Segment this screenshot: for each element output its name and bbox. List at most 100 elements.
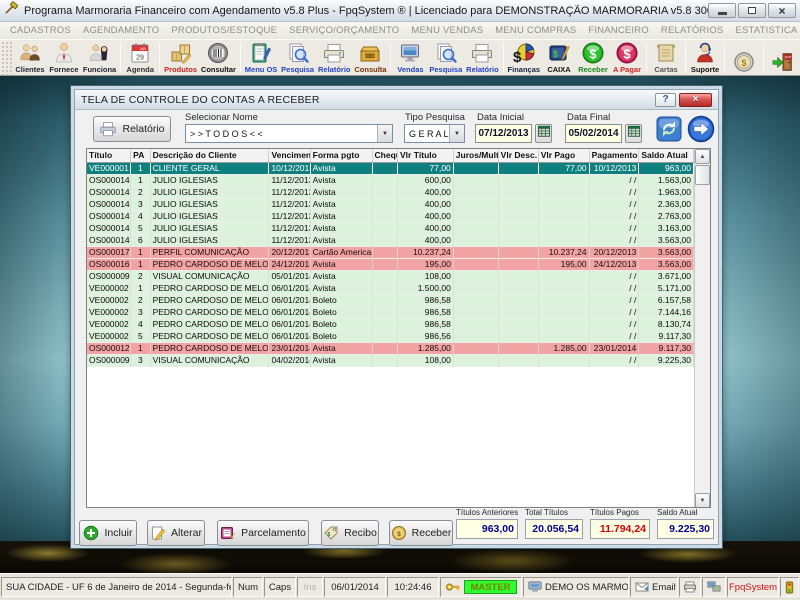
restore-button[interactable] — [738, 3, 766, 18]
end-date-calendar-button[interactable] — [625, 124, 642, 143]
menu-item-menu-compras[interactable]: MENU COMPRAS — [489, 25, 582, 36]
type-filter-select[interactable]: G E R A L ▼ — [404, 124, 465, 143]
column-header-pa[interactable]: PA — [131, 149, 150, 162]
vertical-scrollbar[interactable]: ▲ ▼ — [694, 149, 710, 507]
table-cell: / / — [589, 270, 639, 282]
menu-item-servic-o-orc-amento[interactable]: SERVIÇO/ORÇAMENTO — [283, 25, 405, 36]
minimize-button[interactable] — [708, 3, 736, 18]
window-title: Programa Marmoraria Financeiro com Agend… — [24, 5, 708, 17]
toolbar-button-receber[interactable]: $Receber — [576, 40, 610, 75]
table-row[interactable]: OS0000146JULIO IGLESIAS11/12/2013Avista4… — [87, 234, 694, 246]
menu-item-financeiro[interactable]: FINANCEIRO — [582, 25, 655, 36]
start-date-calendar-button[interactable] — [535, 124, 552, 143]
toolbar-button-a-pagar[interactable]: $A Pagar — [610, 40, 644, 75]
table-row[interactable]: OS0000144JULIO IGLESIAS11/12/2013Avista4… — [87, 210, 694, 222]
scroll-up-arrow[interactable]: ▲ — [695, 149, 710, 164]
dialog-close-button[interactable]: × — [679, 93, 712, 107]
column-header-juros-multa[interactable]: Juros/Multa — [453, 149, 498, 162]
column-header-vencimento[interactable]: Vencimento — [269, 149, 310, 162]
table-row[interactable]: VE0000025PEDRO CARDOSO DE MELO06/01/2014… — [87, 330, 694, 342]
column-header-ti-tulo[interactable]: Título — [87, 149, 131, 162]
toolbar-button-suporte[interactable]: Suporte — [688, 40, 722, 75]
table-row[interactable]: OS0000121PEDRO CARDOSO DE MELO23/01/2014… — [87, 342, 694, 354]
table-row[interactable]: OS0000161PEDRO CARDOSO DE MELO24/12/2013… — [87, 258, 694, 270]
toolbar-button-consultar[interactable]: Consultar — [199, 40, 238, 75]
refresh-button[interactable] — [656, 116, 682, 142]
column-header-saldo-atual[interactable]: Saldo Atual — [639, 149, 694, 162]
table-row[interactable]: OS0000171PERFIL COMUNICAÇÃO20/12/2013Car… — [87, 246, 694, 258]
toolbar-separator — [159, 43, 160, 72]
receber-button[interactable]: $Receber — [389, 520, 453, 546]
toolbar-button-fornece[interactable]: Fornece — [47, 40, 81, 75]
column-header-vlr-ti-tulo[interactable]: Vlr Título — [398, 149, 454, 162]
recibo-button[interactable]: $Recibo — [321, 520, 379, 546]
dialog-title-bar[interactable]: TELA DE CONTROLE DO CONTAS A RECEBER ? × — [75, 90, 718, 110]
parcelamento-button[interactable]: Parcelamento — [217, 520, 309, 546]
table-row[interactable]: VE0000024PEDRO CARDOSO DE MELO06/01/2014… — [87, 318, 694, 330]
toolbar-button-relato-rio[interactable]: Relatório — [316, 40, 352, 75]
table-cell: 986,56 — [398, 330, 454, 342]
toolbar-button-clientes[interactable]: Clientes — [13, 40, 47, 75]
toolbar-button-consulta[interactable]: Consulta — [352, 40, 388, 75]
table-cell: 600,00 — [398, 174, 454, 186]
column-header-pagamento[interactable]: Pagamento — [589, 149, 639, 162]
end-date-field[interactable]: 05/02/2014 — [565, 124, 622, 143]
go-button[interactable] — [687, 115, 715, 143]
table-row[interactable]: OS0000145JULIO IGLESIAS11/12/2013Avista4… — [87, 222, 694, 234]
dialog-help-button[interactable]: ? — [655, 93, 676, 107]
menu-item-agendamento[interactable]: AGENDAMENTO — [77, 25, 165, 36]
table-cell: 4 — [131, 210, 150, 222]
toolbar-button-vendas[interactable]: Vendas — [393, 40, 427, 75]
column-header-vlr-desc[interactable]: Vlr Desc. — [498, 149, 538, 162]
column-header-cheque[interactable]: Cheque — [372, 149, 397, 162]
status-email-button[interactable]: Email — [630, 577, 678, 597]
status-print-button[interactable] — [679, 577, 701, 597]
toolbar-button-relato-rio[interactable]: Relatório — [464, 40, 500, 75]
table-cell: 06/01/2014 — [269, 294, 310, 306]
status-network-button[interactable] — [702, 577, 726, 597]
table-cell — [498, 246, 538, 258]
start-date-field[interactable]: 07/12/2013 — [475, 124, 532, 143]
name-filter-select[interactable]: > > T O D O S < < ▼ — [185, 124, 393, 143]
toolbar-button-pesquisa[interactable]: Pesquisa — [427, 40, 464, 75]
svg-text:$: $ — [589, 47, 597, 62]
table-row[interactable]: VE0000022PEDRO CARDOSO DE MELO06/01/2014… — [87, 294, 694, 306]
toolbar-button-financ-as[interactable]: $Finanças — [506, 40, 542, 75]
toolbar-button-pesquisa[interactable]: Pesquisa — [279, 40, 316, 75]
menu-item-estatistica[interactable]: ESTATISTICA — [729, 25, 800, 36]
menu-item-menu-vendas[interactable]: MENU VENDAS — [405, 25, 489, 36]
table-cell: OS000014 — [87, 198, 131, 210]
toolbar-button-agenda[interactable]: JAN29Agenda — [123, 40, 157, 75]
menu-item-cadastros[interactable]: CADASTROS — [4, 25, 77, 36]
toolbar-button-caixa[interactable]: $CAIXA — [542, 40, 576, 75]
table-row[interactable]: VE0000011CLIENTE GERAL10/12/2013Avista77… — [87, 162, 694, 174]
toolbar-button-coin-icon[interactable]: $ — [727, 40, 761, 75]
column-header-vlr-pago[interactable]: Vlr Pago — [538, 149, 589, 162]
table-row[interactable]: OS0000143JULIO IGLESIAS11/12/2013Avista4… — [87, 198, 694, 210]
alterar-button[interactable]: Alterar — [147, 520, 205, 546]
table-row[interactable]: OS0000093VISUAL COMUNICAÇÃO04/02/2014Avi… — [87, 354, 694, 366]
table-row[interactable]: VE0000023PEDRO CARDOSO DE MELO06/01/2014… — [87, 306, 694, 318]
table-cell: OS000014 — [87, 222, 131, 234]
report-button[interactable]: Relatório — [93, 116, 171, 142]
scroll-down-arrow[interactable]: ▼ — [695, 493, 710, 508]
column-header-descric-a-o-do-cliente[interactable]: Descrição do Cliente — [150, 149, 269, 162]
total-label: Títulos Anteriores — [456, 508, 518, 517]
toolbar-button-menu-os[interactable]: Menu OS — [243, 40, 279, 75]
toolbar-button-funciona[interactable]: Funciona — [81, 40, 118, 75]
toolbar-button-exit-icon[interactable]: EXIT — [766, 40, 800, 75]
toolbar-button-produtos[interactable]: Produtos — [162, 40, 199, 75]
menu-item-produtos-estoque[interactable]: PRODUTOS/ESTOQUE — [165, 25, 283, 36]
scroll-thumb[interactable] — [695, 165, 710, 185]
table-row[interactable]: OS0000092VISUAL COMUNICAÇÃO05/01/2014Avi… — [87, 270, 694, 282]
chevron-down-icon[interactable]: ▼ — [377, 125, 392, 142]
chevron-down-icon[interactable]: ▼ — [449, 125, 464, 142]
menu-item-relato-rios[interactable]: RELATÓRIOS — [655, 25, 730, 36]
table-row[interactable]: OS0000141JULIO IGLESIAS11/12/2013Avista6… — [87, 174, 694, 186]
incluir-button[interactable]: Incluir — [79, 520, 137, 546]
table-row[interactable]: VE0000021PEDRO CARDOSO DE MELO06/01/2014… — [87, 282, 694, 294]
close-button[interactable]: × — [768, 3, 796, 18]
table-row[interactable]: OS0000142JULIO IGLESIAS11/12/2013Avista4… — [87, 186, 694, 198]
column-header-forma-pgto[interactable]: Forma pgto — [310, 149, 372, 162]
toolbar-button-cartas[interactable]: Cartas — [649, 40, 683, 75]
